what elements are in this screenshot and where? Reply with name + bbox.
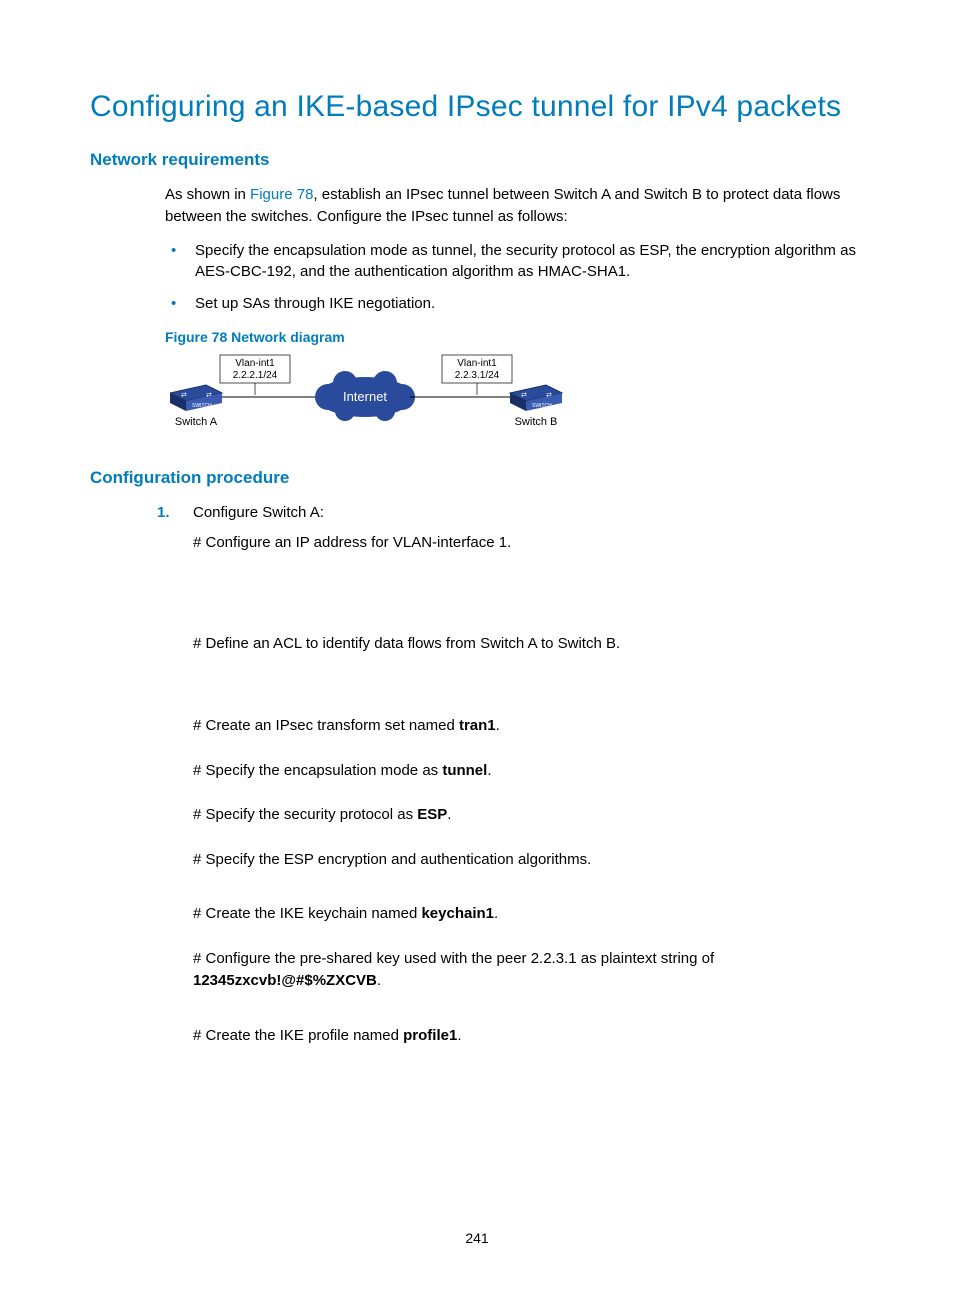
svg-text:⇄: ⇄	[521, 392, 527, 399]
text: .	[457, 1027, 461, 1044]
text-bold: tunnel	[442, 762, 487, 779]
page-title: Configuring an IKE-based IPsec tunnel fo…	[90, 90, 864, 124]
list-item: Specify the encapsulation mode as tunnel…	[165, 240, 864, 284]
step-text: # Create an IPsec transform set named tr…	[193, 715, 864, 738]
step-text: # Specify the ESP encryption and authent…	[193, 849, 864, 872]
figure-caption: Figure 78 Network diagram	[90, 329, 864, 345]
procedure-list: Configure Switch A: # Configure an IP ad…	[90, 502, 864, 1048]
internet-label: Internet	[343, 389, 387, 404]
switchA-int-label: Vlan-int1	[235, 358, 275, 369]
step-title: Configure Switch A:	[193, 502, 864, 525]
text: .	[377, 972, 381, 989]
text: # Create an IPsec transform set named	[193, 717, 459, 734]
text-bold: 12345zxcvb!@#$%ZXCVB	[193, 972, 377, 989]
svg-text:SWITCH: SWITCH	[192, 403, 212, 409]
step-text: # Configure an IP address for VLAN-inter…	[193, 532, 864, 555]
text: # Configure the pre-shared key used with…	[193, 950, 714, 967]
text: .	[447, 806, 451, 823]
text: # Create the IKE keychain named	[193, 905, 421, 922]
list-item: Set up SAs through IKE negotiation.	[165, 293, 864, 315]
text-bold: ESP	[417, 806, 447, 823]
section-configuration-procedure: Configuration procedure	[90, 468, 864, 488]
step-text: # Define an ACL to identify data flows f…	[193, 633, 864, 656]
text: .	[487, 762, 491, 779]
text: # Specify the encapsulation mode as	[193, 762, 442, 779]
step-text: # Specify the security protocol as ESP.	[193, 804, 864, 827]
figure-link[interactable]: Figure 78	[250, 186, 313, 203]
procedure-step-1: Configure Switch A: # Configure an IP ad…	[145, 502, 864, 1048]
text-bold: keychain1	[421, 905, 494, 922]
step-text: # Create the IKE keychain named keychain…	[193, 903, 864, 926]
step-text: # Specify the encapsulation mode as tunn…	[193, 760, 864, 783]
switchB-label: Switch B	[515, 416, 558, 428]
step-text: # Configure the pre-shared key used with…	[193, 948, 864, 993]
switchB-ip-label: 2.2.3.1/24	[455, 370, 500, 381]
text: # Create the IKE profile named	[193, 1027, 403, 1044]
intro-pre: As shown in	[165, 186, 250, 203]
text: # Specify the security protocol as	[193, 806, 417, 823]
svg-text:⇄: ⇄	[206, 392, 212, 399]
network-diagram: Vlan-int1 2.2.2.1/24 ⇄ ⇄ SWITCH Switch A	[90, 353, 864, 438]
document-page: Configuring an IKE-based IPsec tunnel fo…	[0, 0, 954, 1296]
switchB-int-label: Vlan-int1	[457, 358, 497, 369]
section-network-requirements: Network requirements	[90, 150, 864, 170]
text: .	[494, 905, 498, 922]
svg-text:⇄: ⇄	[546, 392, 552, 399]
step-text: # Create the IKE profile named profile1.	[193, 1025, 864, 1048]
switchA-label: Switch A	[175, 416, 218, 428]
text-bold: profile1	[403, 1027, 457, 1044]
text-bold: tran1	[459, 717, 496, 734]
switch-b-icon: ⇄ ⇄ SWITCH	[510, 385, 562, 411]
switch-a-icon: ⇄ ⇄ SWITCH	[170, 385, 222, 411]
intro-paragraph: As shown in Figure 78, establish an IPse…	[90, 184, 864, 228]
text: .	[496, 717, 500, 734]
internet-cloud-icon: Internet	[315, 371, 415, 421]
svg-text:⇄: ⇄	[181, 392, 187, 399]
requirements-list: Specify the encapsulation mode as tunnel…	[90, 240, 864, 315]
svg-text:SWITCH: SWITCH	[532, 403, 552, 409]
switchA-ip-label: 2.2.2.1/24	[233, 370, 278, 381]
page-number: 241	[0, 1230, 954, 1246]
